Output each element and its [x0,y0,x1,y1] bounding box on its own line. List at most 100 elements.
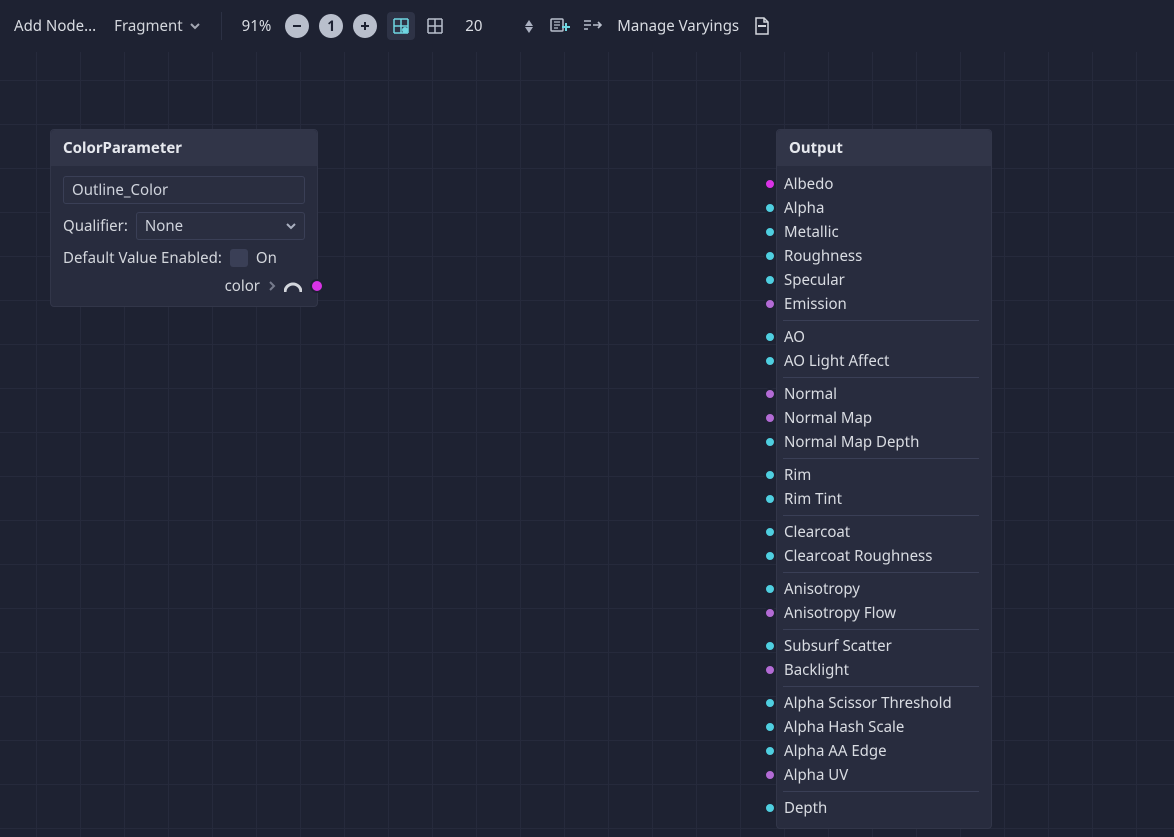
canvas-grid[interactable] [0,0,1174,837]
parameter-name-value: Outline_Color [72,180,168,200]
output-port-rim-tint[interactable]: Rim Tint [777,487,983,511]
port-label: Clearcoat [784,522,850,542]
chevron-right-icon [268,280,276,292]
output-port-metallic[interactable]: Metallic [777,220,983,244]
output-port-albedo[interactable]: Albedo [777,172,983,196]
output-port-ao[interactable]: AO [777,325,983,349]
port-label: Alpha Scissor Threshold [784,693,952,713]
chevron-down-icon [286,221,296,231]
shader-type-label: Fragment [114,16,183,36]
zoom-reset-button[interactable]: 1 [319,14,343,38]
output-port-color[interactable] [310,279,324,293]
port-label: AO [784,327,805,347]
output-port-alpha-aa-edge[interactable]: Alpha AA Edge [777,739,983,763]
grid-size-value: 20 [465,16,482,36]
input-port-icon[interactable] [764,493,776,505]
input-port-icon[interactable] [764,469,776,481]
output-port-rim[interactable]: Rim [777,463,983,487]
input-port-icon[interactable] [764,226,776,238]
input-port-icon[interactable] [764,355,776,367]
input-port-icon[interactable] [764,769,776,781]
port-label: Anisotropy [784,579,860,599]
output-port-normal-map[interactable]: Normal Map [777,406,983,430]
input-port-icon[interactable] [764,802,776,814]
input-port-icon[interactable] [764,274,776,286]
port-label: Depth [784,798,827,818]
qualifier-label: Qualifier: [63,216,128,236]
toolbar-divider [221,12,222,40]
input-port-icon[interactable] [764,331,776,343]
input-port-icon[interactable] [764,607,776,619]
port-label: Rim Tint [784,489,842,509]
grid-toggle-button[interactable] [425,16,445,36]
output-port-alpha-scissor-threshold[interactable]: Alpha Scissor Threshold [777,691,983,715]
output-port-subsurf-scatter[interactable]: Subsurf Scatter [777,634,983,658]
output-port-depth[interactable]: Depth [777,796,983,820]
input-port-icon[interactable] [764,721,776,733]
input-port-icon[interactable] [764,412,776,424]
default-enabled-checkbox[interactable] [230,249,248,267]
node-color-parameter[interactable]: ColorParameter Outline_Color Qualifier: … [50,129,318,307]
add-node-button[interactable]: Add Node... [10,16,100,36]
output-port-normal[interactable]: Normal [777,382,983,406]
plus-icon [359,20,371,32]
port-label: Roughness [784,246,862,266]
qualifier-select[interactable]: None [136,212,305,240]
output-port-anisotropy[interactable]: Anisotropy [777,577,983,601]
remove-varying-button[interactable] [581,16,603,36]
output-group-divider [783,458,979,459]
file-icon [753,16,771,36]
output-port-clearcoat[interactable]: Clearcoat [777,520,983,544]
port-label: Metallic [784,222,839,242]
add-varying-button[interactable] [549,16,571,36]
output-port-specular[interactable]: Specular [777,268,983,292]
input-port-icon[interactable] [764,436,776,448]
output-group-divider [783,686,979,687]
output-port-normal-map-depth[interactable]: Normal Map Depth [777,430,983,454]
default-enabled-label: Default Value Enabled: [63,248,222,268]
node-output[interactable]: Output AlbedoAlpha Metallic Roughness Specu… [776,129,992,829]
input-port-icon[interactable] [764,298,776,310]
zoom-out-button[interactable] [285,14,309,38]
output-port-roughness[interactable]: Roughness [777,244,983,268]
output-group-divider [783,515,979,516]
port-label: AO Light Affect [784,351,889,371]
input-port-icon[interactable] [764,178,776,190]
shader-file-button[interactable] [753,16,771,36]
input-port-icon[interactable] [764,745,776,757]
input-port-icon[interactable] [764,202,776,214]
output-port-backlight[interactable]: Backlight [777,658,983,682]
input-port-icon[interactable] [764,250,776,262]
port-label: Alpha [784,198,824,218]
input-port-icon[interactable] [764,550,776,562]
output-port-alpha-hash-scale[interactable]: Alpha Hash Scale [777,715,983,739]
port-label: Backlight [784,660,849,680]
node-color-parameter-header[interactable]: ColorParameter [51,130,317,166]
output-port-anisotropy-flow[interactable]: Anisotropy Flow [777,601,983,625]
input-port-icon[interactable] [764,526,776,538]
grid-snap-toggle-button[interactable] [387,12,415,40]
zoom-in-button[interactable] [353,14,377,38]
output-port-ao-light-affect[interactable]: AO Light Affect [777,349,983,373]
node-output-header[interactable]: Output [777,130,991,166]
output-port-clearcoat-roughness[interactable]: Clearcoat Roughness [777,544,983,568]
output-port-alpha-uv[interactable]: Alpha UV [777,763,983,787]
manage-varyings-button[interactable]: Manage Varyings [613,16,743,36]
input-port-icon[interactable] [764,388,776,400]
port-label: Specular [784,270,845,290]
grid-size-spinner[interactable] [525,20,533,33]
input-port-icon[interactable] [764,697,776,709]
port-label: Alpha UV [784,765,848,785]
input-port-icon[interactable] [764,640,776,652]
input-port-icon[interactable] [764,664,776,676]
output-port-emission[interactable]: Emission [777,292,983,316]
output-port-list: AlbedoAlpha Metallic Roughness SpecularEmis… [777,166,991,828]
parameter-name-input[interactable]: Outline_Color [63,176,305,204]
color-preview-swatch[interactable] [284,279,302,293]
grid-size-input[interactable]: 20 [455,12,539,40]
port-label: Anisotropy Flow [784,603,896,623]
input-port-icon[interactable] [764,583,776,595]
shader-type-dropdown[interactable]: Fragment [110,16,205,36]
output-port-alpha[interactable]: Alpha [777,196,983,220]
zoom-level-label: 91% [238,16,276,36]
